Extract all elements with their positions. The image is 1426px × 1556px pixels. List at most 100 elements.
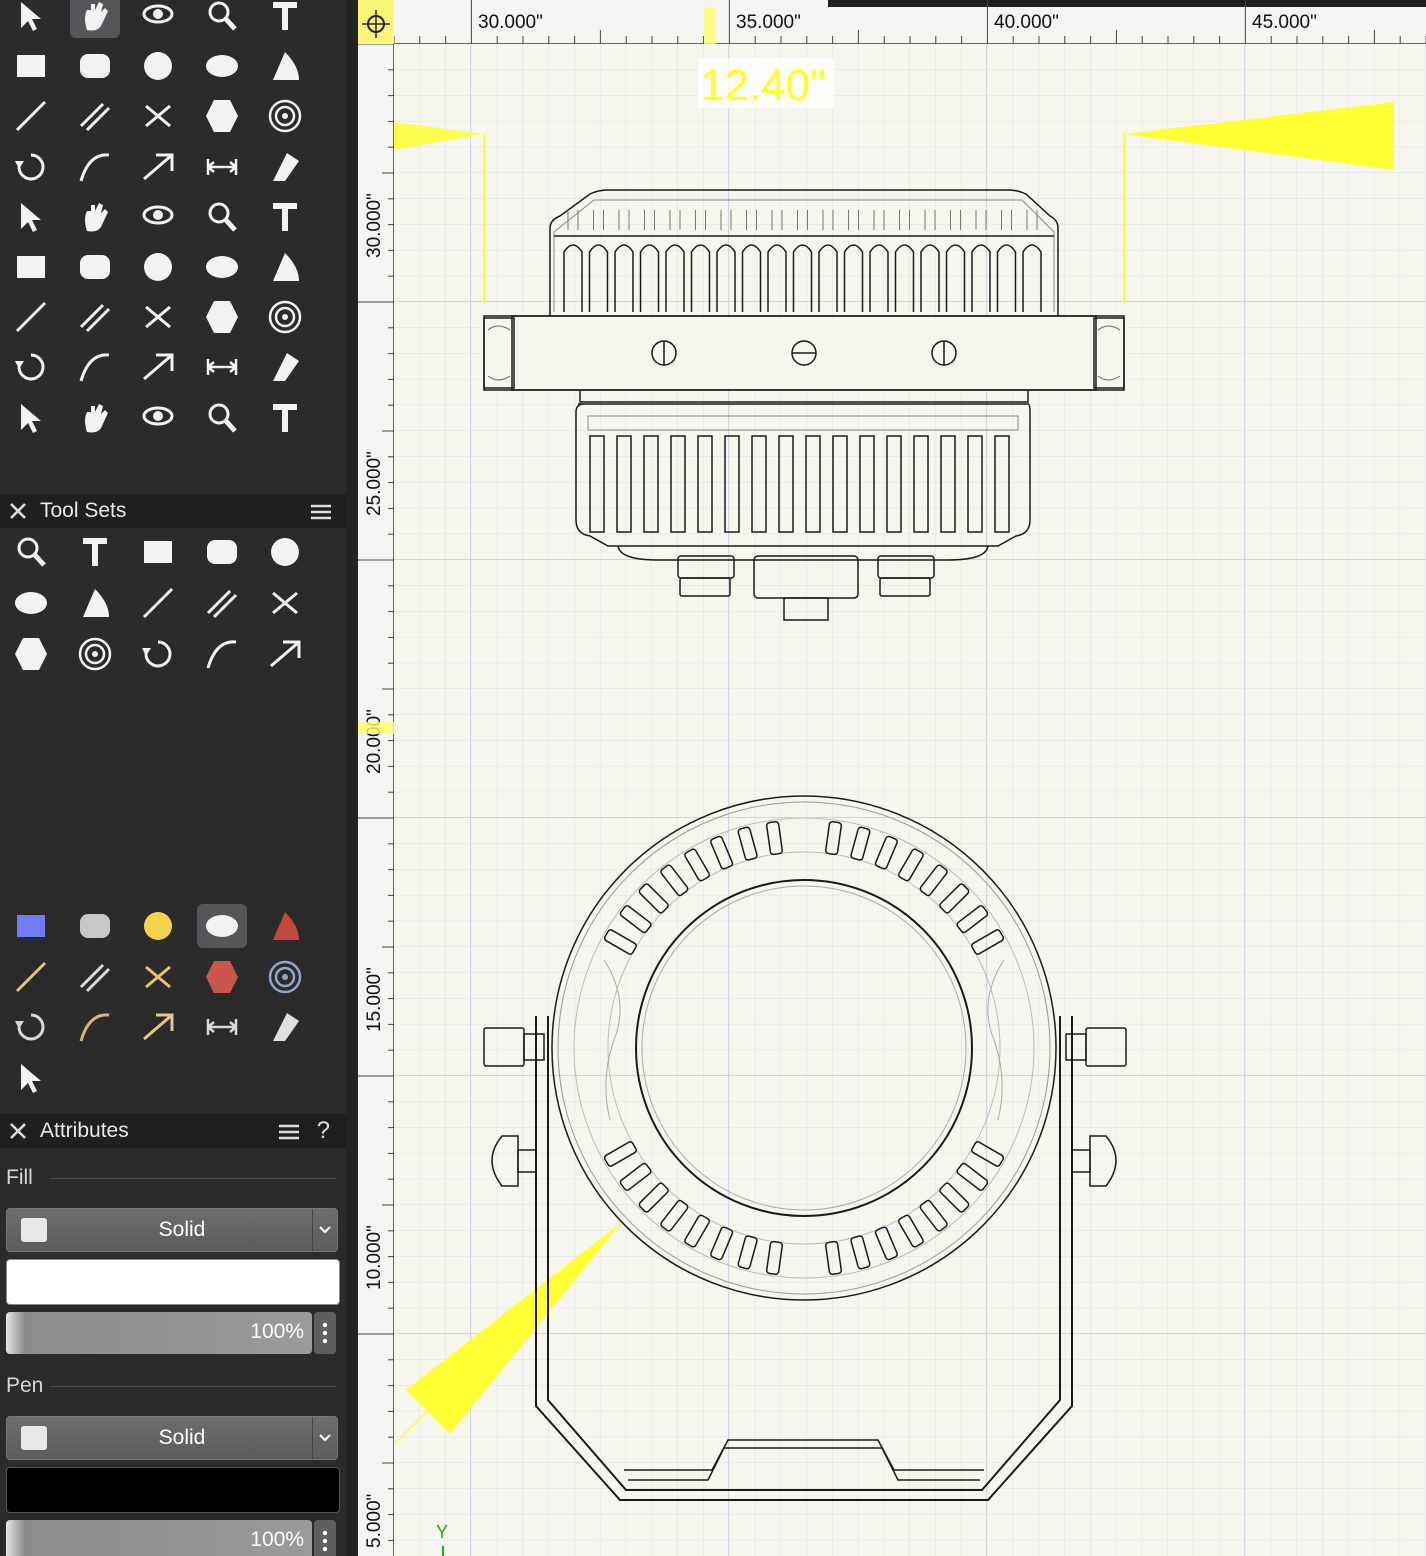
close-icon[interactable]	[8, 1121, 28, 1141]
eyedropper-tool-icon[interactable]	[70, 195, 120, 239]
line-tool-icon[interactable]	[197, 44, 247, 88]
rounded-rectangle-tool-icon[interactable]	[70, 94, 120, 138]
rigging-tools-icon[interactable]	[196, 904, 247, 948]
bumper-tool-icon[interactable]	[70, 632, 120, 676]
top-ruler[interactable]: 30.000" 35.000" 40.000" 45.000"	[358, 0, 1426, 44]
spiral-tool-icon[interactable]	[6, 195, 56, 239]
hoist-tool-icon[interactable]	[70, 530, 120, 574]
mirror-tool-icon[interactable]	[133, 245, 183, 289]
fill-style-select[interactable]: Solid	[6, 1208, 338, 1252]
regular-polygon-tool-icon[interactable]	[260, 145, 310, 189]
cabinet-tools-icon[interactable]	[70, 1005, 120, 1049]
pen-opacity-menu-icon[interactable]	[314, 1520, 336, 1556]
lighting-instrument-icon[interactable]	[70, 904, 120, 948]
freehand-tool-icon[interactable]	[6, 145, 56, 189]
chain-hoist-tool-icon[interactable]	[197, 581, 247, 625]
flyover-tool-icon[interactable]	[133, 0, 183, 38]
glass-panel-icon[interactable]	[260, 955, 310, 999]
fill-color-well[interactable]	[6, 1259, 340, 1305]
cable-tools-icon[interactable]	[6, 955, 56, 999]
double-line-tool-icon[interactable]	[260, 44, 310, 88]
house-tools-icon[interactable]	[197, 955, 247, 999]
pen-color-well[interactable]	[6, 1467, 340, 1513]
circle-tool-icon[interactable]	[133, 94, 183, 138]
chevron-down-icon	[312, 1209, 337, 1251]
fillet-tool-icon[interactable]	[70, 295, 120, 339]
reshape-tool-icon[interactable]	[260, 195, 310, 239]
dimension-tool-icon[interactable]	[70, 345, 120, 389]
hvac-tools-icon[interactable]	[133, 955, 183, 999]
polyline-tool-icon[interactable]	[70, 145, 120, 189]
attribute-mapping-tool-icon[interactable]	[197, 396, 247, 440]
electrical-tools-icon[interactable]	[133, 904, 183, 948]
locus-tool-icon[interactable]	[70, 44, 120, 88]
door-frame-icon[interactable]	[70, 955, 120, 999]
clip-tool-icon[interactable]	[260, 245, 310, 289]
fill-opacity-menu-icon[interactable]	[314, 1312, 336, 1354]
split-tool-icon[interactable]	[6, 295, 56, 339]
trim-tool-icon[interactable]	[197, 245, 247, 289]
offset-tool-icon[interactable]	[6, 345, 56, 389]
fill-opacity-slider[interactable]: 100%	[6, 1312, 312, 1354]
pen-style-select[interactable]: Solid	[6, 1416, 338, 1460]
settings-gear-icon[interactable]	[6, 1056, 56, 1100]
truss-cross-tool-icon[interactable]	[133, 581, 183, 625]
truss-crossing-tool-icon[interactable]	[70, 581, 120, 625]
arc-length-tool-icon[interactable]	[260, 345, 310, 389]
pipe-tool-icon[interactable]	[6, 581, 56, 625]
camera-tools-icon[interactable]	[6, 1005, 56, 1049]
pen-opacity-slider[interactable]: 100%	[6, 1520, 312, 1556]
straight-truss-tool-icon[interactable]	[197, 530, 247, 574]
magic-wand-tool-icon[interactable]	[133, 195, 183, 239]
curved-truss-tool-icon[interactable]	[260, 530, 310, 574]
chamfer-tool-icon[interactable]	[133, 295, 183, 339]
rigging-point-tool-icon[interactable]	[197, 632, 247, 676]
stage-tools-icon[interactable]	[260, 904, 310, 948]
polygon-tool-icon[interactable]	[133, 145, 183, 189]
protractor-tool-icon[interactable]	[133, 396, 183, 440]
double-line-polygon-tool-icon[interactable]	[197, 145, 247, 189]
text-tool-icon[interactable]	[260, 0, 310, 38]
ruler-cursor-marker	[704, 7, 716, 44]
drawing-area[interactable]: 30.000" 35.000" 40.000" 45.000" 30.000" …	[358, 0, 1426, 1556]
help-icon[interactable]: ?	[317, 1117, 330, 1145]
pan-tool-icon[interactable]	[69, 0, 120, 38]
connect-combine-tool-icon[interactable]	[197, 295, 247, 339]
3d-locus-tool-icon[interactable]	[133, 44, 183, 88]
selection-tool-icon[interactable]	[6, 0, 56, 38]
diameter-dimension-tool-icon[interactable]	[6, 396, 56, 440]
left-ruler[interactable]: 30.000" 25.000" 20.000" 15.000" 10.000" …	[358, 43, 394, 1556]
menu-icon[interactable]	[278, 1122, 300, 1142]
zoom-tool-icon[interactable]	[197, 0, 247, 38]
lighting-position-tool-icon[interactable]	[133, 530, 183, 574]
distributed-load-tool-icon[interactable]	[260, 632, 310, 676]
panel-divider[interactable]	[346, 0, 358, 1556]
angular-dimension-tool-icon[interactable]	[133, 345, 183, 389]
tape-measure-tool-icon[interactable]	[70, 396, 120, 440]
fill-label: Fill	[6, 1166, 33, 1189]
oval-tool-icon[interactable]	[197, 94, 247, 138]
close-icon[interactable]	[8, 501, 28, 521]
menu-icon[interactable]	[310, 502, 332, 522]
weight-tool-icon[interactable]	[6, 632, 56, 676]
truss-tool-icon[interactable]	[6, 530, 56, 574]
repair-tool-icon[interactable]	[260, 396, 310, 440]
ruler-label-35: 35.000"	[736, 12, 801, 33]
move-by-points-tool-icon[interactable]	[6, 245, 56, 289]
video-tools-icon[interactable]	[6, 904, 56, 948]
divider	[50, 1178, 336, 1179]
dimension-readout: 12.40"	[700, 61, 826, 110]
arc-tool-icon[interactable]	[260, 94, 310, 138]
truss-section-icon[interactable]	[197, 1005, 247, 1049]
rectangle-tool-icon[interactable]	[6, 94, 56, 138]
fastener-tools-icon[interactable]	[260, 1005, 310, 1049]
measure-tools-icon[interactable]	[133, 1005, 183, 1049]
truss-cube-tool-icon[interactable]	[260, 581, 310, 625]
ruler-origin-button[interactable]	[358, 0, 394, 44]
bridle-tool-icon[interactable]	[133, 632, 183, 676]
callout-tool-icon[interactable]	[6, 44, 56, 88]
radial-dimension-tool-icon[interactable]	[197, 345, 247, 389]
eraser-tool-icon[interactable]	[260, 295, 310, 339]
visibility-tool-icon[interactable]	[197, 195, 247, 239]
rotate-tool-icon[interactable]	[70, 245, 120, 289]
